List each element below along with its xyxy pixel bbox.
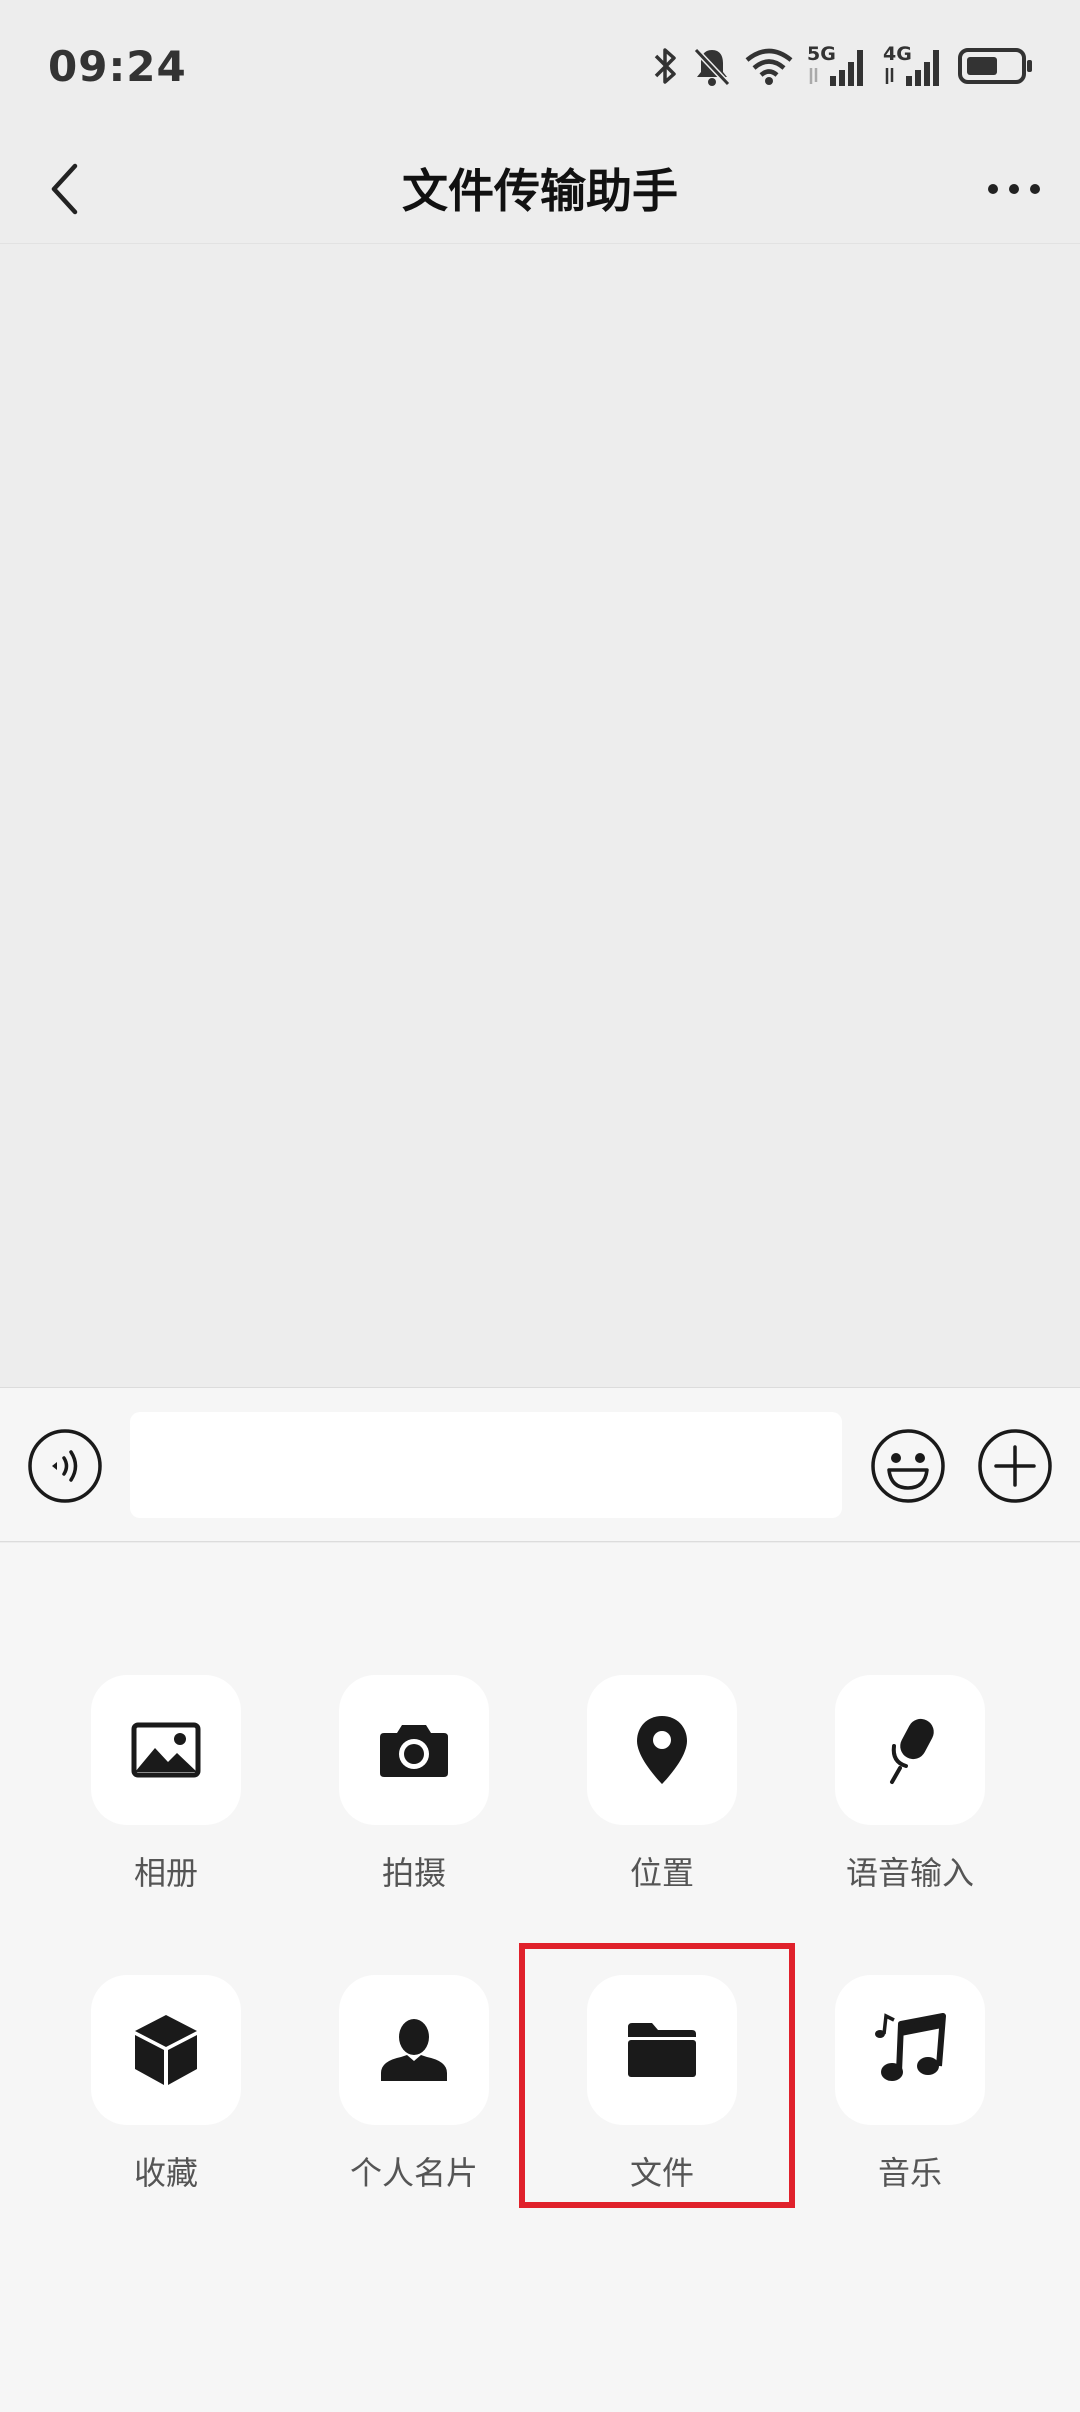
tool-tile[interactable] xyxy=(835,1975,985,2125)
voice-button[interactable] xyxy=(27,1428,103,1504)
bluetooth-icon xyxy=(654,48,676,84)
plus-button[interactable] xyxy=(976,1427,1054,1505)
person-icon xyxy=(381,2019,447,2081)
battery-icon xyxy=(958,48,1032,84)
image-icon xyxy=(131,1722,201,1778)
cube-icon xyxy=(135,2015,197,2085)
tool-tile[interactable] xyxy=(91,1675,241,1825)
tool-label: 语音输入 xyxy=(845,1854,974,1892)
message-input[interactable] xyxy=(130,1412,842,1518)
tool-label: 收藏 xyxy=(133,2154,198,2192)
tool-contact-card[interactable]: 个人名片 xyxy=(322,1975,502,2195)
tool-tile[interactable] xyxy=(91,1975,241,2125)
tool-tile[interactable] xyxy=(339,1975,489,2125)
status-bar: 09:24 5G 4G xyxy=(0,0,1080,132)
status-icons: 5G 4G xyxy=(650,42,1034,90)
tool-tile[interactable] xyxy=(587,1675,737,1825)
signal-5g-icon: 5G xyxy=(807,43,863,86)
tool-favorites[interactable]: 收藏 xyxy=(74,1975,254,2195)
svg-text:4G: 4G xyxy=(883,43,912,65)
signal-4g-icon: 4G xyxy=(883,43,939,86)
svg-text:5G: 5G xyxy=(807,43,836,65)
tool-music[interactable]: 音乐 xyxy=(818,1975,998,2195)
emoji-button[interactable] xyxy=(869,1427,947,1505)
tool-location[interactable]: 位置 xyxy=(570,1675,750,1895)
mute-bell-icon xyxy=(693,47,731,87)
tool-label: 拍摄 xyxy=(381,1854,446,1892)
tool-camera[interactable]: 拍摄 xyxy=(322,1675,502,1895)
music-note-icon xyxy=(875,2013,946,2081)
status-time: 09:24 xyxy=(48,41,187,91)
microphone-icon xyxy=(890,1718,934,1784)
tool-voice-input[interactable]: 语音输入 xyxy=(818,1675,998,1895)
voice-icon xyxy=(28,1429,102,1503)
back-button[interactable] xyxy=(30,154,100,224)
title-bar: 文件传输助手 xyxy=(0,132,1080,244)
emoji-icon xyxy=(871,1429,945,1503)
tool-tile[interactable] xyxy=(339,1675,489,1825)
chat-message-area[interactable] xyxy=(0,245,1080,1387)
plus-circle-icon xyxy=(978,1429,1052,1503)
tool-label: 音乐 xyxy=(877,2154,942,2192)
more-button[interactable] xyxy=(974,154,1054,224)
tool-album[interactable]: 相册 xyxy=(74,1675,254,1895)
chat-screen: 09:24 5G 4G 文件传输助手 相册 拍摄 位置 语音输入 收藏 个人名片… xyxy=(0,0,1080,2412)
input-bar xyxy=(0,1387,1080,1542)
location-pin-icon xyxy=(637,1716,687,1784)
camera-icon xyxy=(380,1725,448,1777)
tool-label: 位置 xyxy=(629,1854,694,1892)
tool-label: 个人名片 xyxy=(349,2154,478,2192)
tool-tile[interactable] xyxy=(835,1675,985,1825)
chevron-left-icon xyxy=(51,163,78,215)
highlight-box xyxy=(519,1943,795,2208)
more-dots-icon xyxy=(988,184,1040,194)
tool-label: 相册 xyxy=(133,1854,198,1892)
page-title: 文件传输助手 xyxy=(402,163,678,218)
wifi-icon xyxy=(745,48,793,85)
